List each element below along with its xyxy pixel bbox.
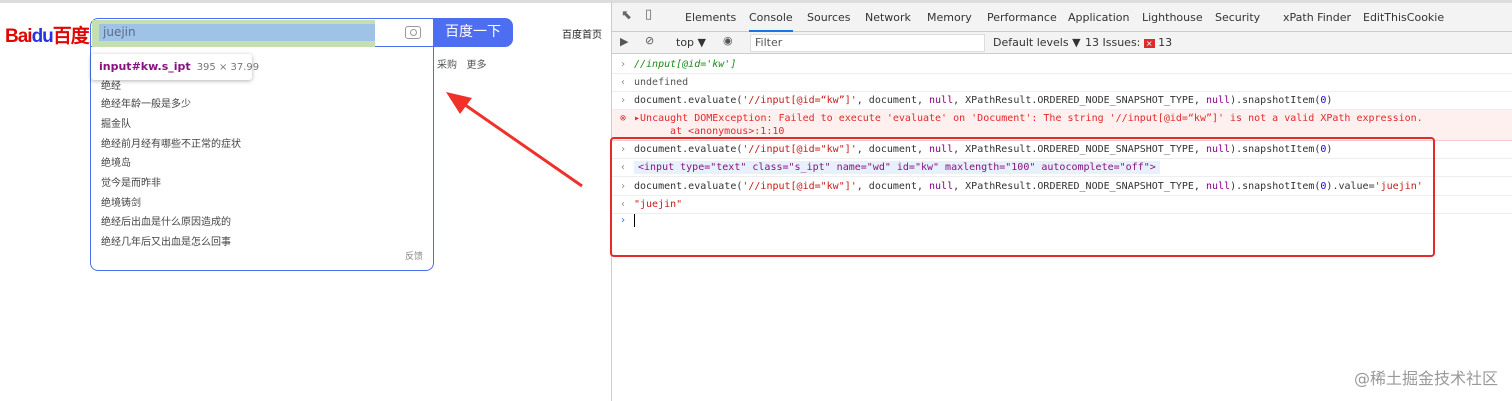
feedback-link[interactable]: 反馈 xyxy=(405,249,423,262)
logo-text: Bai xyxy=(5,26,33,47)
issues-count: 13 xyxy=(1158,36,1173,49)
search-input[interactable]: juejin xyxy=(99,24,375,41)
console-toolbar: ▶ ⊘ top ▼ ◉ Filter Default levels ▼ 13 I… xyxy=(612,32,1512,54)
error-icon: × xyxy=(1143,39,1155,48)
tab-security[interactable]: Security xyxy=(1215,11,1260,24)
tab-console[interactable]: Console xyxy=(749,11,793,32)
tab-application[interactable]: Application xyxy=(1068,11,1129,24)
return-icon: ‹ xyxy=(620,77,627,88)
tab-sources[interactable]: Sources xyxy=(807,11,851,24)
code: '//input[@id=“kw”]' xyxy=(742,95,857,106)
suggestion-item[interactable]: 绝经后出血是什么原因造成的 xyxy=(101,213,231,228)
console-result: undefined xyxy=(634,77,689,88)
prompt-icon: › xyxy=(620,95,627,106)
filter-input[interactable]: Filter xyxy=(750,34,985,52)
tab-xpath-finder[interactable]: xPath Finder xyxy=(1283,11,1351,24)
suggestion-item[interactable]: 掘金队 xyxy=(101,115,131,130)
code: null xyxy=(1205,95,1231,106)
console-code: //input[@id='kw'] xyxy=(634,59,737,70)
tab-network[interactable]: Network xyxy=(865,11,911,24)
console-input-line: › //input[@id='kw'] xyxy=(612,56,1512,74)
search-button[interactable]: 百度一下 xyxy=(433,18,513,47)
home-link[interactable]: 百度首页 xyxy=(562,26,602,41)
tab-memory[interactable]: Memory xyxy=(927,11,972,24)
suggestion-item[interactable]: 绝经几年后又出血是怎么回事 xyxy=(101,233,231,248)
code: document.evaluate( xyxy=(634,95,743,106)
red-arrow-annotation xyxy=(446,92,583,188)
logo-cn: 百度 xyxy=(52,26,90,47)
error-message: Uncaught DOMException: Failed to execute… xyxy=(640,113,1423,124)
console-output-line: ‹ undefined xyxy=(612,74,1512,92)
logo-paw: du xyxy=(31,26,54,47)
code: , XPathResult.ORDERED_NODE_SNAPSHOT_TYPE… xyxy=(953,95,1206,106)
suggestion-item[interactable]: 觉今是而昨非 xyxy=(101,174,161,189)
search-box: juejin xyxy=(90,18,434,47)
tooltip-selector: input#kw.s_ipt xyxy=(99,60,191,73)
inspect-tooltip: input#kw.s_ipt 395 × 37.99 xyxy=(91,54,259,80)
error-location[interactable]: at <anonymous>:1:10 xyxy=(634,126,784,137)
baidu-logo[interactable]: Baidu百度 xyxy=(5,21,90,48)
code: ).snapshotItem( xyxy=(1230,95,1321,106)
error-icon: ⊗ xyxy=(620,113,627,124)
code: ) xyxy=(1326,95,1333,106)
suggestion-item[interactable]: 绝经前月经有哪些不正常的症状 xyxy=(101,135,241,150)
context-select[interactable]: top ▼ xyxy=(676,36,706,49)
suggestion-item[interactable]: 绝境岛 xyxy=(101,154,131,169)
nav-links: 采购 更多 xyxy=(437,56,487,71)
console-input-line: › document.evaluate('//input[@id=“kw”]', … xyxy=(612,92,1512,110)
suggestion-dropdown: 绝经 绝经年龄一般是多少 掘金队 绝经前月经有哪些不正常的症状 绝境岛 觉今是而… xyxy=(90,47,434,271)
tab-elements[interactable]: Elements xyxy=(685,11,736,24)
more-link[interactable]: 更多 xyxy=(467,60,487,71)
tab-performance[interactable]: Performance xyxy=(987,11,1057,24)
levels-select[interactable]: Default levels ▼ xyxy=(993,36,1081,49)
eye-icon[interactable]: ◉ xyxy=(723,34,733,47)
code: null xyxy=(929,95,954,106)
suggestion-item[interactable]: 绝经年龄一般是多少 xyxy=(101,95,191,110)
suggestion-item[interactable]: 绝境铸剑 xyxy=(101,194,141,209)
inspect-element-icon[interactable]: ⬉ xyxy=(621,8,632,23)
tab-lighthouse[interactable]: Lighthouse xyxy=(1142,11,1203,24)
clear-console-icon[interactable]: ⊘ xyxy=(645,34,654,47)
tab-editthiscookie[interactable]: EditThisCookie xyxy=(1363,11,1444,24)
devtools-tabbar: ⬉ ▯ Elements Console Sources Network Mem… xyxy=(612,3,1512,32)
purchase-link[interactable]: 采购 xyxy=(437,60,457,71)
red-box-annotation xyxy=(610,137,1435,257)
issues-label: 13 Issues: xyxy=(1085,36,1141,49)
watermark: @稀土掘金技术社区 xyxy=(1353,369,1498,388)
prompt-icon: › xyxy=(620,59,627,70)
sidebar-toggle-icon[interactable]: ▶ xyxy=(620,35,628,48)
camera-icon[interactable] xyxy=(405,26,421,39)
issues-button[interactable]: 13 Issues: × 13 xyxy=(1085,36,1172,49)
device-toolbar-icon[interactable]: ▯ xyxy=(645,7,652,22)
tooltip-size: 395 × 37.99 xyxy=(196,62,260,73)
code: , document, xyxy=(856,95,930,106)
devtools-panel: ⬉ ▯ Elements Console Sources Network Mem… xyxy=(610,0,1512,401)
baidu-page: Baidu百度 juejin 百度一下 百度首页 采购 更多 绝经 绝经年龄一般… xyxy=(0,0,611,401)
